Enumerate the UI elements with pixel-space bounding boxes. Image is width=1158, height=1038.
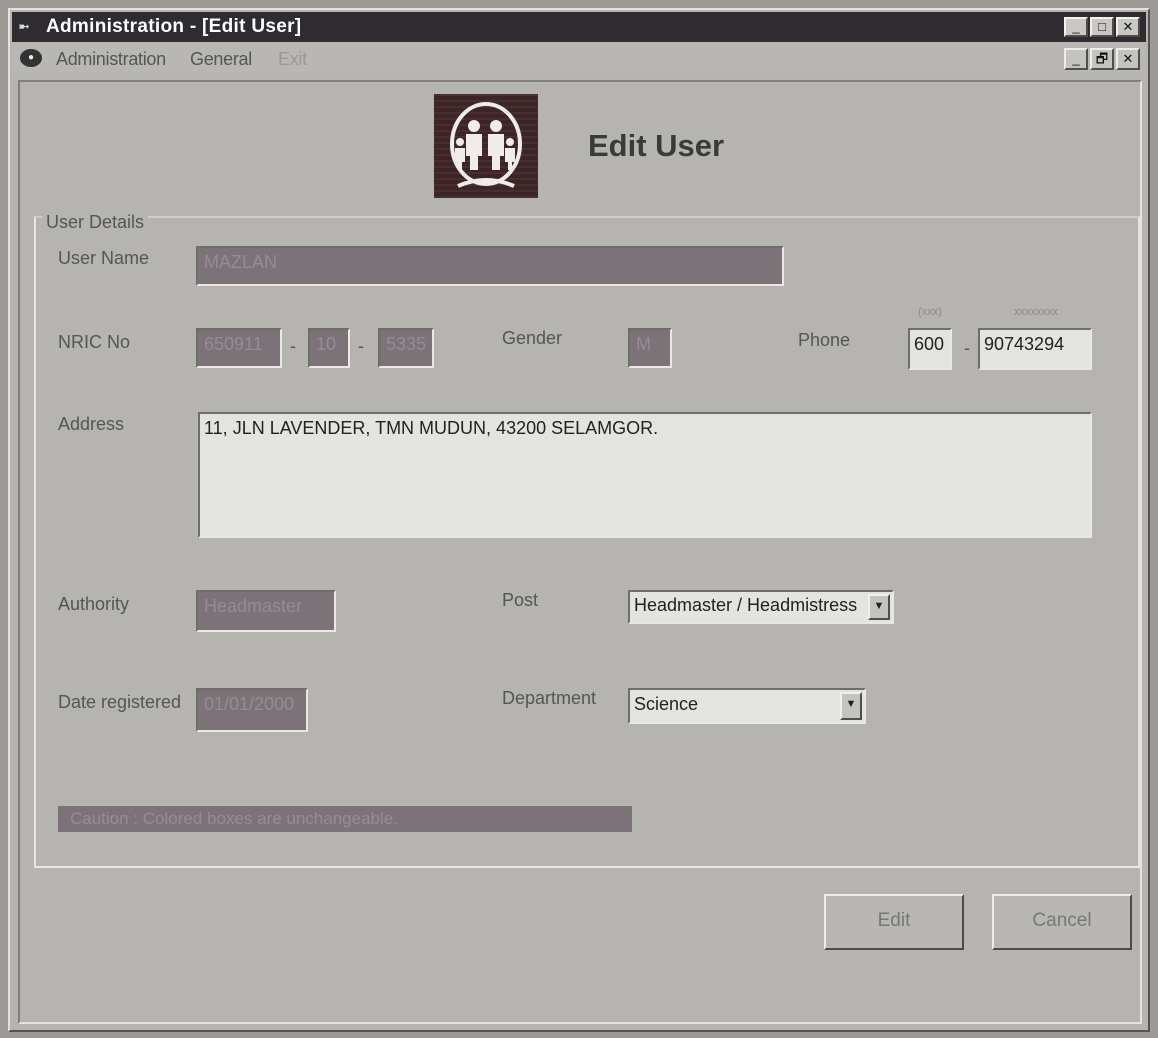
user-name-label: User Name: [58, 248, 150, 268]
family-logo-icon: [434, 94, 538, 198]
phone-number-hint: xxxxxxxx: [1014, 306, 1058, 318]
mdi-child-icon[interactable]: ●: [20, 49, 42, 67]
window-title: Administration - [Edit User]: [46, 16, 302, 37]
department-label: Department: [502, 688, 597, 708]
title-bar[interactable]: ➼ Administration - [Edit User] _ □ ✕: [12, 12, 1146, 42]
user-details-group: [34, 216, 1140, 868]
phone-area-input[interactable]: 600: [908, 328, 952, 370]
nric-label: NRIC No: [58, 332, 131, 352]
menu-exit[interactable]: Exit: [278, 49, 307, 70]
window-close-button[interactable]: ✕: [1116, 17, 1140, 37]
child-close-button[interactable]: ✕: [1116, 48, 1140, 70]
menu-administration[interactable]: Administration: [56, 49, 166, 70]
child-restore-button[interactable]: 🗗: [1090, 48, 1114, 70]
nric-separator-1: -: [290, 336, 296, 356]
authority-field: Headmaster: [196, 590, 336, 632]
phone-number-input[interactable]: 90743294: [978, 328, 1092, 370]
menu-general[interactable]: General: [190, 49, 252, 70]
edit-button[interactable]: Edit: [824, 894, 964, 950]
gender-field: M: [628, 328, 672, 368]
authority-label: Authority: [58, 594, 130, 614]
nric-part2-field: 10: [308, 328, 350, 368]
post-label: Post: [502, 590, 539, 610]
address-label: Address: [58, 414, 125, 434]
phone-separator: -: [964, 338, 970, 358]
department-select-value: Science: [634, 694, 699, 714]
admin-window: ➼ Administration - [Edit User] _ □ ✕ ● A…: [8, 8, 1150, 1032]
date-registered-label: Date registered: [58, 692, 182, 712]
post-select-value: Headmaster / Headmistress: [634, 595, 858, 615]
department-select[interactable]: Science ▼: [628, 688, 866, 724]
child-minimize-button[interactable]: _: [1064, 48, 1088, 70]
date-registered-field: 01/01/2000: [196, 688, 308, 732]
menu-bar: ● Administration General Exit _ 🗗 ✕: [12, 43, 1146, 73]
user-details-group-label: User Details: [42, 212, 149, 233]
post-dropdown-arrow-icon[interactable]: ▼: [868, 594, 890, 620]
window-maximize-button[interactable]: □: [1090, 17, 1114, 37]
caution-note: Caution : Colored boxes are unchangeable…: [58, 806, 632, 832]
cancel-button[interactable]: Cancel: [992, 894, 1132, 950]
post-select[interactable]: Headmaster / Headmistress ▼: [628, 590, 894, 624]
window-system-icon[interactable]: ➼: [18, 18, 30, 35]
nric-part1-field: 650911: [196, 328, 282, 368]
department-dropdown-arrow-icon[interactable]: ▼: [840, 692, 862, 720]
address-textarea[interactable]: 11, JLN LAVENDER, TMN MUDUN, 43200 SELAM…: [198, 412, 1092, 538]
window-minimize-button[interactable]: _: [1064, 17, 1088, 37]
nric-part3-field: 5335: [378, 328, 434, 368]
user-name-field: MAZLAN: [196, 246, 784, 286]
nric-separator-2: -: [358, 336, 364, 356]
page-title: Edit User: [588, 128, 725, 163]
phone-area-hint: (xxx): [918, 306, 942, 318]
phone-label: Phone: [798, 330, 851, 350]
gender-label: Gender: [502, 328, 563, 348]
